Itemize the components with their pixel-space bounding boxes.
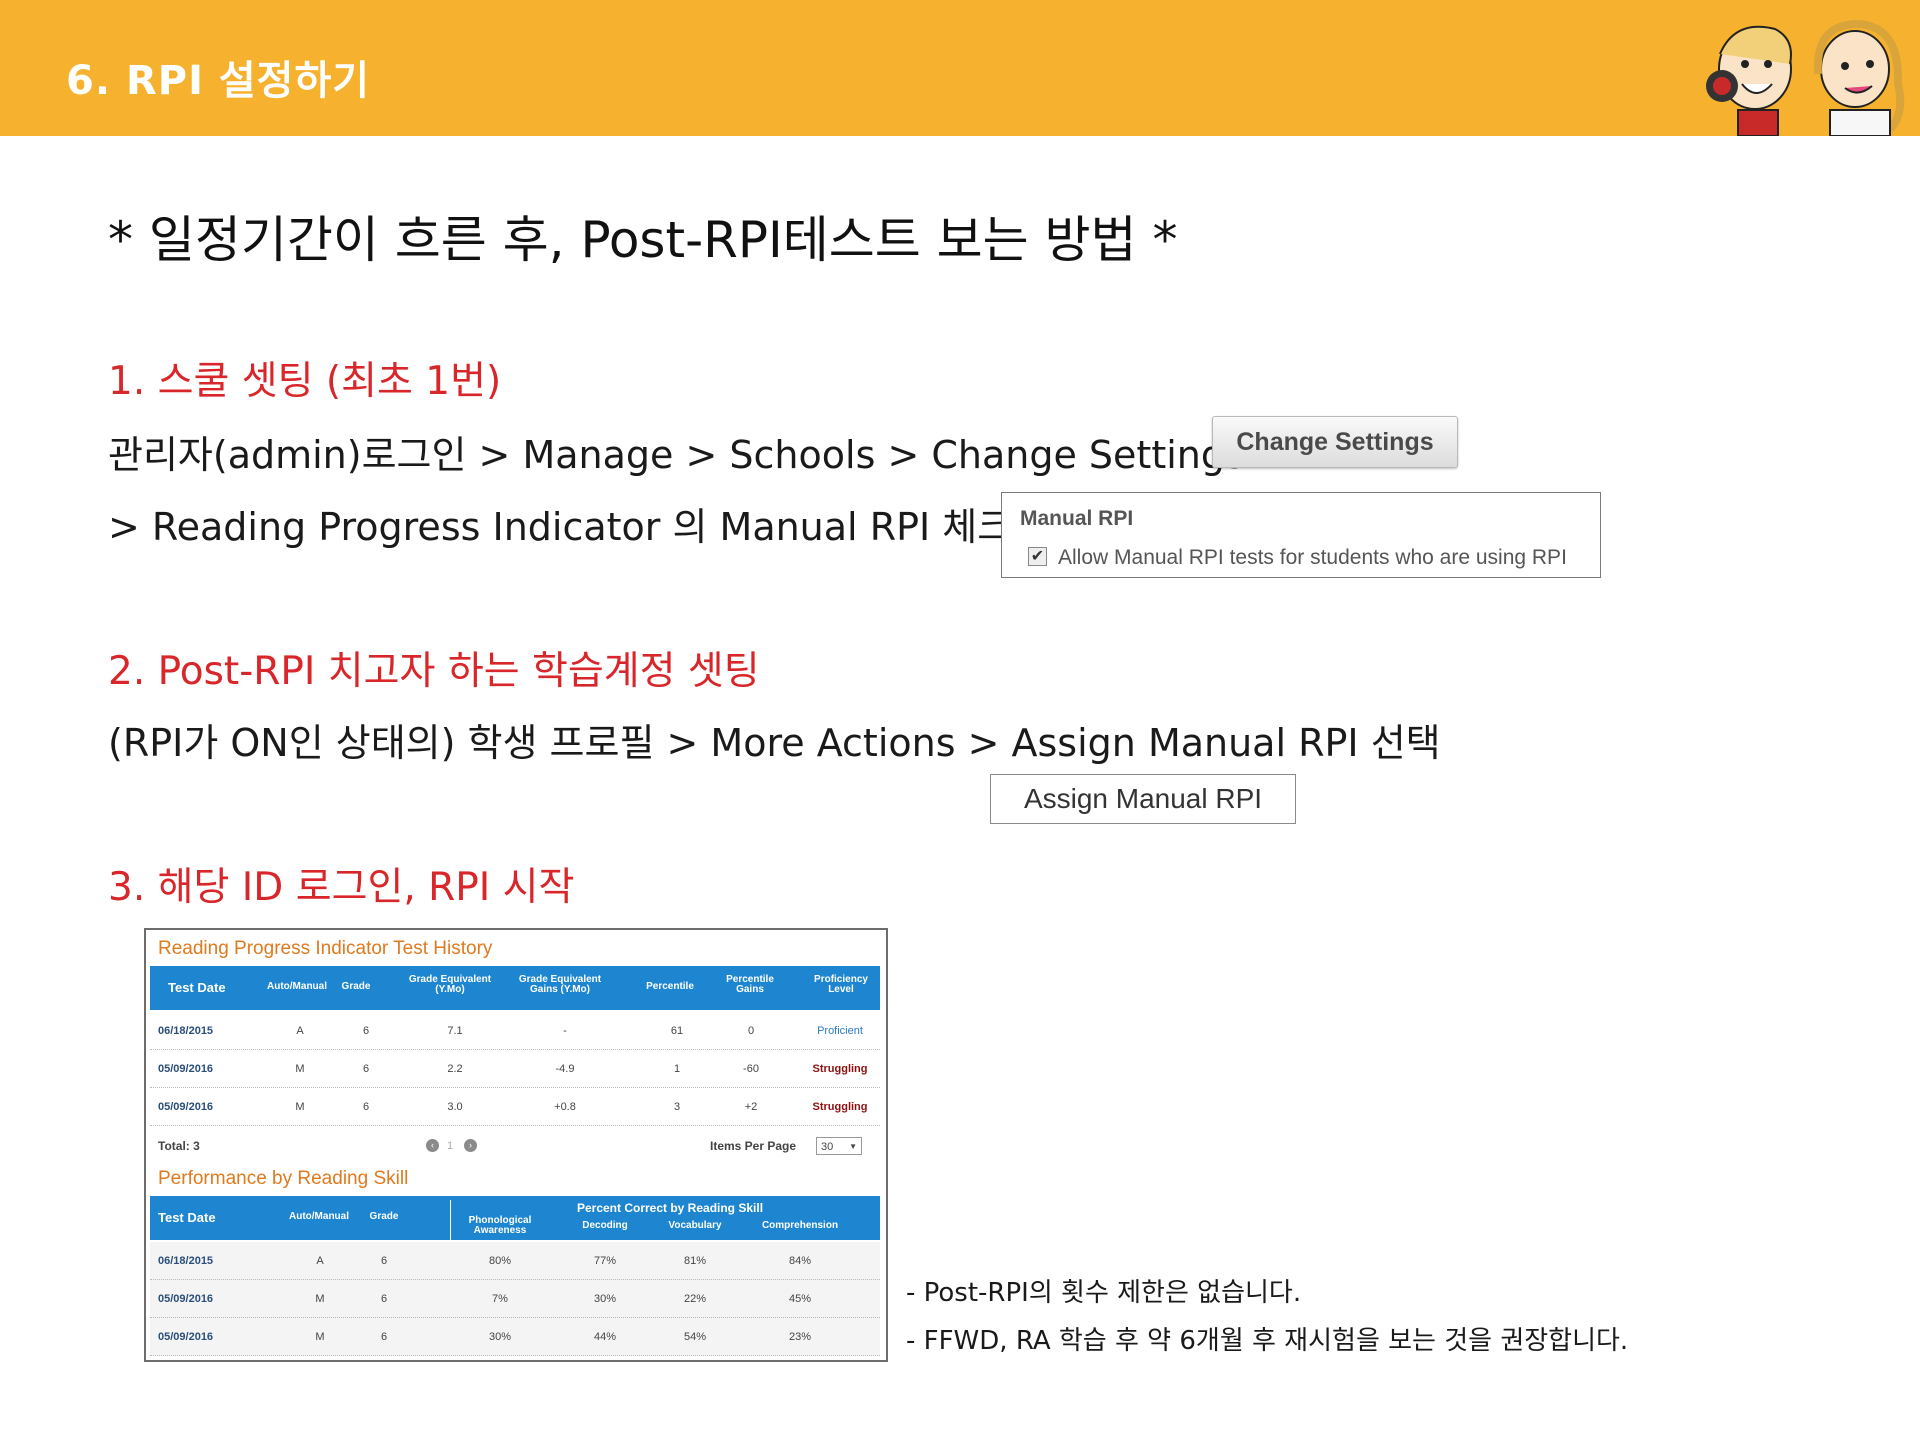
performance-row-date[interactable]: 05/09/2016 — [158, 1293, 213, 1305]
history-row-cell: 6 — [362, 1063, 370, 1075]
note-1: - Post-RPI의 횟수 제한은 없습니다. — [906, 1278, 1302, 1308]
history-header-test-date: Test Date — [168, 980, 226, 995]
performance-row-cell: 30% — [593, 1293, 617, 1305]
history-header-grade-eq-gains: Grade Equivalent Gains (Y.Mo) — [518, 974, 602, 995]
items-per-page-label: Items Per Page — [710, 1139, 797, 1153]
history-row-cell: - — [563, 1025, 567, 1037]
performance-header-phonological: Phonological Awareness — [468, 1215, 532, 1236]
section-2-title: 2. Post-RPI 치고자 하는 학습계정 셋팅 — [108, 649, 760, 694]
history-header-proficiency: Proficiency Level — [814, 974, 868, 995]
history-row-date[interactable]: 06/18/2015 — [158, 1025, 213, 1037]
performance-row-cell: M — [315, 1293, 325, 1305]
history-row-cell: -60 — [743, 1063, 759, 1075]
history-row-cell: M — [295, 1101, 305, 1113]
history-row-cell: 0 — [747, 1025, 755, 1037]
history-header-percentile-gains: Percentile Gains — [726, 974, 774, 995]
history-row-cell: 2.2 — [447, 1063, 463, 1075]
proficiency-level: Proficient — [817, 1025, 863, 1037]
current-page: 1 — [447, 1140, 454, 1152]
prev-page-icon[interactable]: ‹ — [426, 1139, 439, 1152]
performance-row-cell: 22% — [683, 1293, 707, 1305]
performance-row-cell: 84% — [788, 1255, 812, 1267]
performance-table-header: Test Date Auto/Manual Grade Phonological… — [150, 1196, 880, 1240]
performance-header-divider — [450, 1200, 451, 1240]
history-row-date[interactable]: 05/09/2016 — [158, 1063, 213, 1075]
performance-row-cell: 54% — [683, 1331, 707, 1343]
history-row-date[interactable]: 05/09/2016 — [158, 1101, 213, 1113]
performance-row-cell: 44% — [593, 1331, 617, 1343]
items-per-page-value: 30 — [821, 1141, 834, 1153]
history-row-cell: 61 — [670, 1025, 684, 1037]
main-title: * 일정기간이 흐른 후, Post-RPI테스트 보는 방법 * — [108, 211, 1178, 269]
performance-row: 05/09/2016 M 6 30% 44% 54% 23% — [150, 1318, 880, 1356]
performance-row-cell: 7% — [492, 1293, 508, 1305]
performance-row: 06/18/2015 A 6 80% 77% 81% 84% — [150, 1242, 880, 1280]
note-2: - FFWD, RA 학습 후 약 6개월 후 재시험을 보는 것을 권장합니다… — [906, 1326, 1629, 1356]
performance-header-vocabulary: Vocabulary — [668, 1220, 722, 1231]
manual-rpi-checkbox[interactable]: ✔ — [1028, 547, 1047, 566]
performance-header-grade: Grade — [369, 1211, 399, 1222]
history-header-grade: Grade — [341, 981, 371, 992]
section-3-title: 3. 해당 ID 로그인, RPI 시작 — [108, 865, 575, 910]
history-title: Reading Progress Indicator Test History — [158, 938, 493, 959]
history-row-cell: +2 — [744, 1101, 758, 1113]
performance-row-cell: 6 — [380, 1293, 388, 1305]
history-row-cell: +0.8 — [554, 1101, 576, 1113]
performance-row-date[interactable]: 05/09/2016 — [158, 1331, 213, 1343]
performance-group-header: Percent Correct by Reading Skill — [576, 1201, 764, 1215]
history-row-cell: -4.9 — [555, 1063, 575, 1075]
history-row-cell: 6 — [362, 1101, 370, 1113]
performance-row-cell: 77% — [593, 1255, 617, 1267]
history-row-cell: 3 — [673, 1101, 681, 1113]
history-row-cell: A — [296, 1025, 304, 1037]
history-row: 05/09/2016 M 6 3.0 +0.8 3 +2 Struggling — [150, 1088, 880, 1126]
history-row: 06/18/2015 A 6 7.1 - 61 0 Proficient — [150, 1012, 880, 1050]
performance-row-cell: 6 — [380, 1255, 388, 1267]
performance-row-cell: 30% — [488, 1331, 512, 1343]
performance-header-auto-manual: Auto/Manual — [289, 1211, 349, 1222]
performance-row-cell: 80% — [488, 1255, 512, 1267]
performance-row-cell: 81% — [683, 1255, 707, 1267]
performance-header-test-date: Test Date — [158, 1210, 216, 1225]
performance-row-cell: 23% — [788, 1331, 812, 1343]
header-bar: 6. RPI 설정하기 — [0, 0, 1920, 136]
history-row-cell: 1 — [673, 1063, 681, 1075]
history-header-grade-eq: Grade Equivalent (Y.Mo) — [408, 974, 492, 995]
history-table-header: Test Date Auto/Manual Grade Grade Equiva… — [150, 966, 880, 1010]
proficiency-level: Struggling — [812, 1101, 868, 1113]
slide-title: 6. RPI 설정하기 — [66, 58, 371, 104]
performance-title: Performance by Reading Skill — [158, 1168, 409, 1189]
performance-header-comprehension: Comprehension — [761, 1220, 839, 1231]
performance-row-cell: M — [315, 1331, 325, 1343]
history-total: Total: 3 — [158, 1139, 200, 1153]
history-row-cell: 7.1 — [447, 1025, 463, 1037]
items-per-page-select[interactable]: 30 ▼ — [816, 1137, 862, 1155]
performance-row-cell: A — [316, 1255, 324, 1267]
performance-row-date[interactable]: 06/18/2015 — [158, 1255, 213, 1267]
history-header-auto-manual: Auto/Manual — [267, 981, 327, 992]
assign-manual-rpi-button[interactable]: Assign Manual RPI — [990, 774, 1296, 824]
performance-row: 05/09/2016 M 6 7% 30% 22% 45% — [150, 1280, 880, 1318]
history-row-cell: 6 — [362, 1025, 370, 1037]
history-row-cell: M — [295, 1063, 305, 1075]
performance-row-cell: 6 — [380, 1331, 388, 1343]
performance-header-decoding: Decoding — [582, 1220, 628, 1231]
proficiency-level: Struggling — [812, 1063, 868, 1075]
manual-rpi-box: Manual RPI ✔ Allow Manual RPI tests for … — [1001, 492, 1601, 578]
mascot-illustration — [1706, 19, 1905, 136]
history-row: 05/09/2016 M 6 2.2 -4.9 1 -60 Struggling — [150, 1050, 880, 1088]
history-header-percentile: Percentile — [646, 981, 694, 992]
history-row-cell: 3.0 — [447, 1101, 463, 1113]
rpi-screenshot-panel: Reading Progress Indicator Test History … — [144, 928, 888, 1362]
performance-row-cell: 45% — [788, 1293, 812, 1305]
section-2-line-1: (RPI가 ON인 상태의) 학생 프로필 > More Actions > A… — [108, 721, 1441, 765]
manual-rpi-title: Manual RPI — [1020, 507, 1134, 530]
section-1-title: 1. 스쿨 셋팅 (최초 1번) — [108, 359, 502, 404]
manual-rpi-label: Allow Manual RPI tests for students who … — [1058, 546, 1567, 569]
section-1-line-2: > Reading Progress Indicator 의 Manual RP… — [108, 505, 1013, 549]
next-page-icon[interactable]: › — [464, 1139, 477, 1152]
change-settings-button[interactable]: Change Settings — [1212, 416, 1458, 468]
chevron-down-icon: ▼ — [849, 1142, 857, 1151]
section-1-line-1: 관리자(admin)로그인 > Manage > Schools > Chang… — [108, 433, 1245, 477]
